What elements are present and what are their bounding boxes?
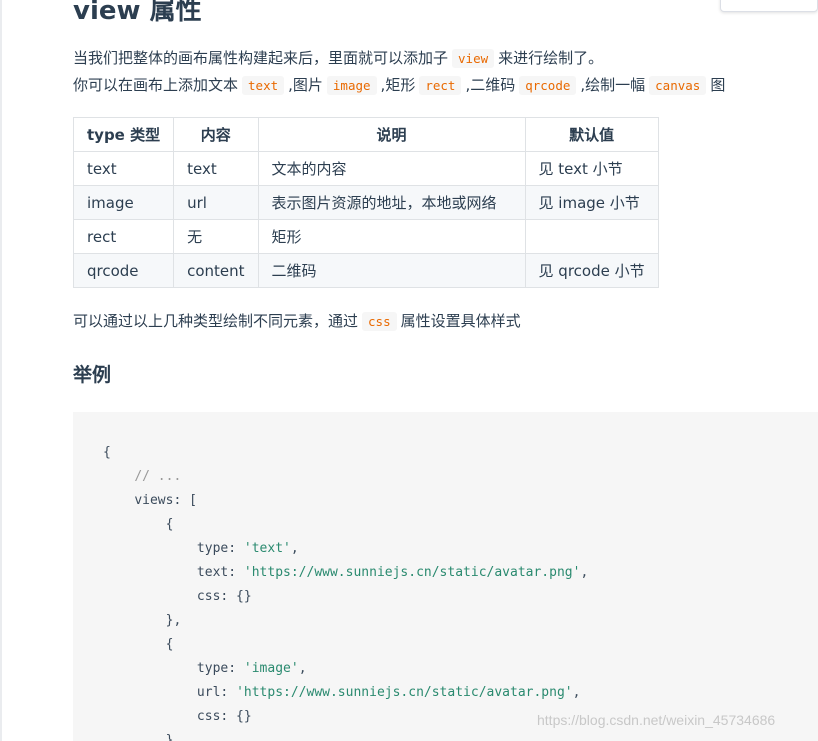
table-header-row: type 类型 内容 说明 默认值 [72,117,659,152]
code-key: type: [196,541,244,556]
table-cell [524,219,659,254]
code-block: { // ... views: [ { type: 'text', text: … [73,412,818,741]
code-string: 'image' [243,661,299,676]
code-line: type: 'image', [103,657,307,681]
table-header-cell: 说明 [257,117,526,152]
table-row: image url 表示图片资源的地址，本地或网络 见 image 小节 [72,185,659,220]
code-line: // ... [103,465,181,489]
code-token: } [165,733,174,741]
intro-paragraph-2: 你可以在画布上添加文本 text ,图片 image ,矩形 rect ,二维码 qrcode… [73,72,725,99]
inline-code-view: view [452,49,495,68]
code-comment: // ... [134,469,182,484]
intro-text: 来进行绘制了。 [498,49,604,67]
code-string: 'text' [243,541,291,556]
code-token: }, [165,613,182,628]
page-title: view 属性 [73,0,202,28]
code-token: , [572,685,581,700]
code-line: }, [103,609,182,633]
table-row: qrcode content 二维码 见 qrcode 小节 [72,253,659,288]
intro-text: ,二维码 [465,76,516,94]
code-token: , [580,565,589,580]
sidebar-divider [0,0,2,741]
intro-text: ,矩形 [380,76,416,94]
css-note: 可以通过以上几种类型绘制不同元素，通过 css 属性设置具体样式 [73,308,521,335]
code-line: url: 'https://www.sunniejs.cn/static/ava… [103,681,581,705]
intro-paragraph-1: 当我们把整体的画布属性构建起来后，里面就可以添加子 view 来进行绘制了。 [73,45,603,72]
code-line: css: {} [103,705,252,729]
search-box-edge[interactable] [720,0,818,12]
inline-code-qrcode: qrcode [519,76,577,95]
code-token: { [165,637,174,652]
table-row: text text 文本的内容 见 text 小节 [72,151,659,186]
intro-text: 图 [710,76,726,94]
code-token: css: {} [196,589,252,604]
code-token: , [298,661,307,676]
code-token: { [165,517,174,532]
table-cell: 表示图片资源的地址，本地或网络 [257,185,526,220]
page-title-text: 属性 [149,0,202,26]
table-header-cell: 默认值 [524,117,659,152]
inline-code-canvas: canvas [649,76,707,95]
table-cell: 见 image 小节 [524,185,659,220]
table-cell: url [173,185,259,220]
intro-text: ,图片 [288,76,323,94]
example-heading: 举例 [73,364,112,386]
intro-text: 你可以在画布上添加文本 [73,76,239,94]
table-header-cell: 内容 [173,117,259,152]
code-line: type: 'text', [103,537,299,561]
table-cell: 文本的内容 [257,151,526,186]
note-text: 可以通过以上几种类型绘制不同元素，通过 [73,312,359,330]
properties-table: type 类型 内容 说明 默认值 text text 文本的内容 见 text… [72,117,659,288]
intro-text: ,绘制一幅 [580,76,646,94]
code-token: views: [ [134,493,197,508]
code-key: type: [196,661,244,676]
code-line: } [103,729,174,741]
code-line: views: [ [103,489,197,513]
code-string: 'https://www.sunniejs.cn/static/avatar.p… [243,565,581,580]
inline-code-rect: rect [419,76,462,95]
table-cell: 二维码 [257,253,526,288]
table-cell: 无 [173,219,259,254]
code-key: text: [196,565,244,580]
inline-code-image: image [326,76,377,95]
doc-page: view 属性 当我们把整体的画布属性构建起来后，里面就可以添加子 view 来进行… [0,0,818,741]
table-cell: qrcode [72,253,175,288]
table-cell: image [72,185,175,220]
table-cell: rect [72,219,175,254]
code-key: url: [196,685,237,700]
page-title-code: view [73,0,150,26]
table-header-cell: type 类型 [72,117,175,152]
inline-code-text: text [242,76,285,95]
table-cell: 见 qrcode 小节 [524,253,659,288]
table-cell: 矩形 [257,219,526,254]
table-cell: text [173,151,259,186]
code-line: text: 'https://www.sunniejs.cn/static/av… [103,561,588,585]
note-text: 属性设置具体样式 [400,312,521,330]
code-line: { [103,633,174,657]
code-line: css: {} [103,585,252,609]
intro-text: 当我们把整体的画布属性构建起来后，里面就可以添加子 [73,49,449,67]
table-cell: 见 text 小节 [524,151,659,186]
table-cell: text [72,151,175,186]
table-cell: content [173,253,259,288]
inline-code-css: css [362,312,397,331]
code-token: { [103,445,111,460]
code-token: , [290,541,299,556]
watermark-text: https://blog.csdn.net/weixin_45734686 [537,712,776,728]
code-token: css: {} [196,709,252,724]
code-line: { [103,441,111,465]
code-string: 'https://www.sunniejs.cn/static/avatar.p… [236,685,573,700]
table-row: rect 无 矩形 [72,219,659,254]
code-line: { [103,513,174,537]
